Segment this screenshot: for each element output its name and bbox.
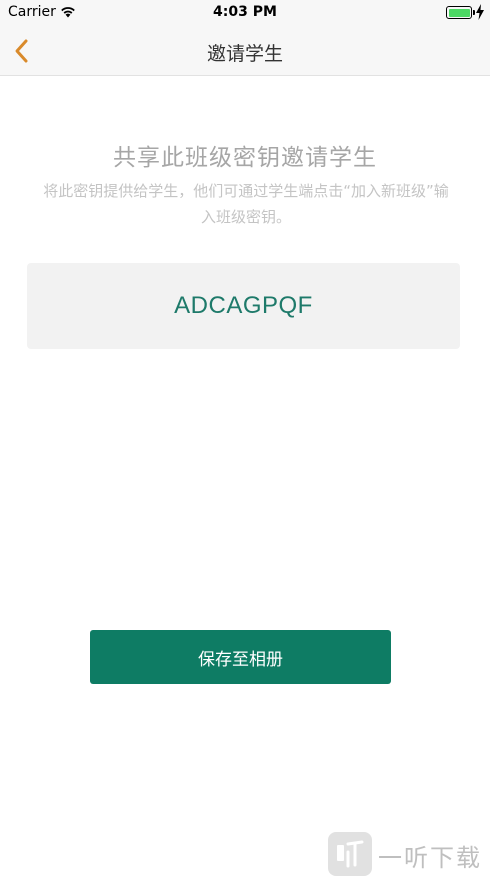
charging-bolt-icon [476,4,484,20]
status-bar: Carrier 4:03 PM [0,0,490,26]
battery-icon [446,6,475,19]
watermark: 一听下载 [328,832,488,876]
navigation-bar: 邀请学生 [0,26,490,76]
class-key-box: ADCAGPQF [27,263,460,349]
watermark-logo-icon [337,840,364,868]
battery-level-fill [448,8,470,17]
invite-description: 将此密钥提供给学生，他们可通过学生端点击“加入新班级”输入班级密钥。 [43,182,449,226]
watermark-text: 一听下载 [378,844,482,872]
clock-time: 4:03 PM [213,4,277,20]
watermark-logo [328,832,372,876]
class-key-value: ADCAGPQF [174,292,313,319]
invite-headline: 共享此班级密钥邀请学生 [113,145,377,171]
page-title: 邀请学生 [206,43,283,65]
save-to-album-button[interactable]: 保存至相册 [90,630,391,684]
